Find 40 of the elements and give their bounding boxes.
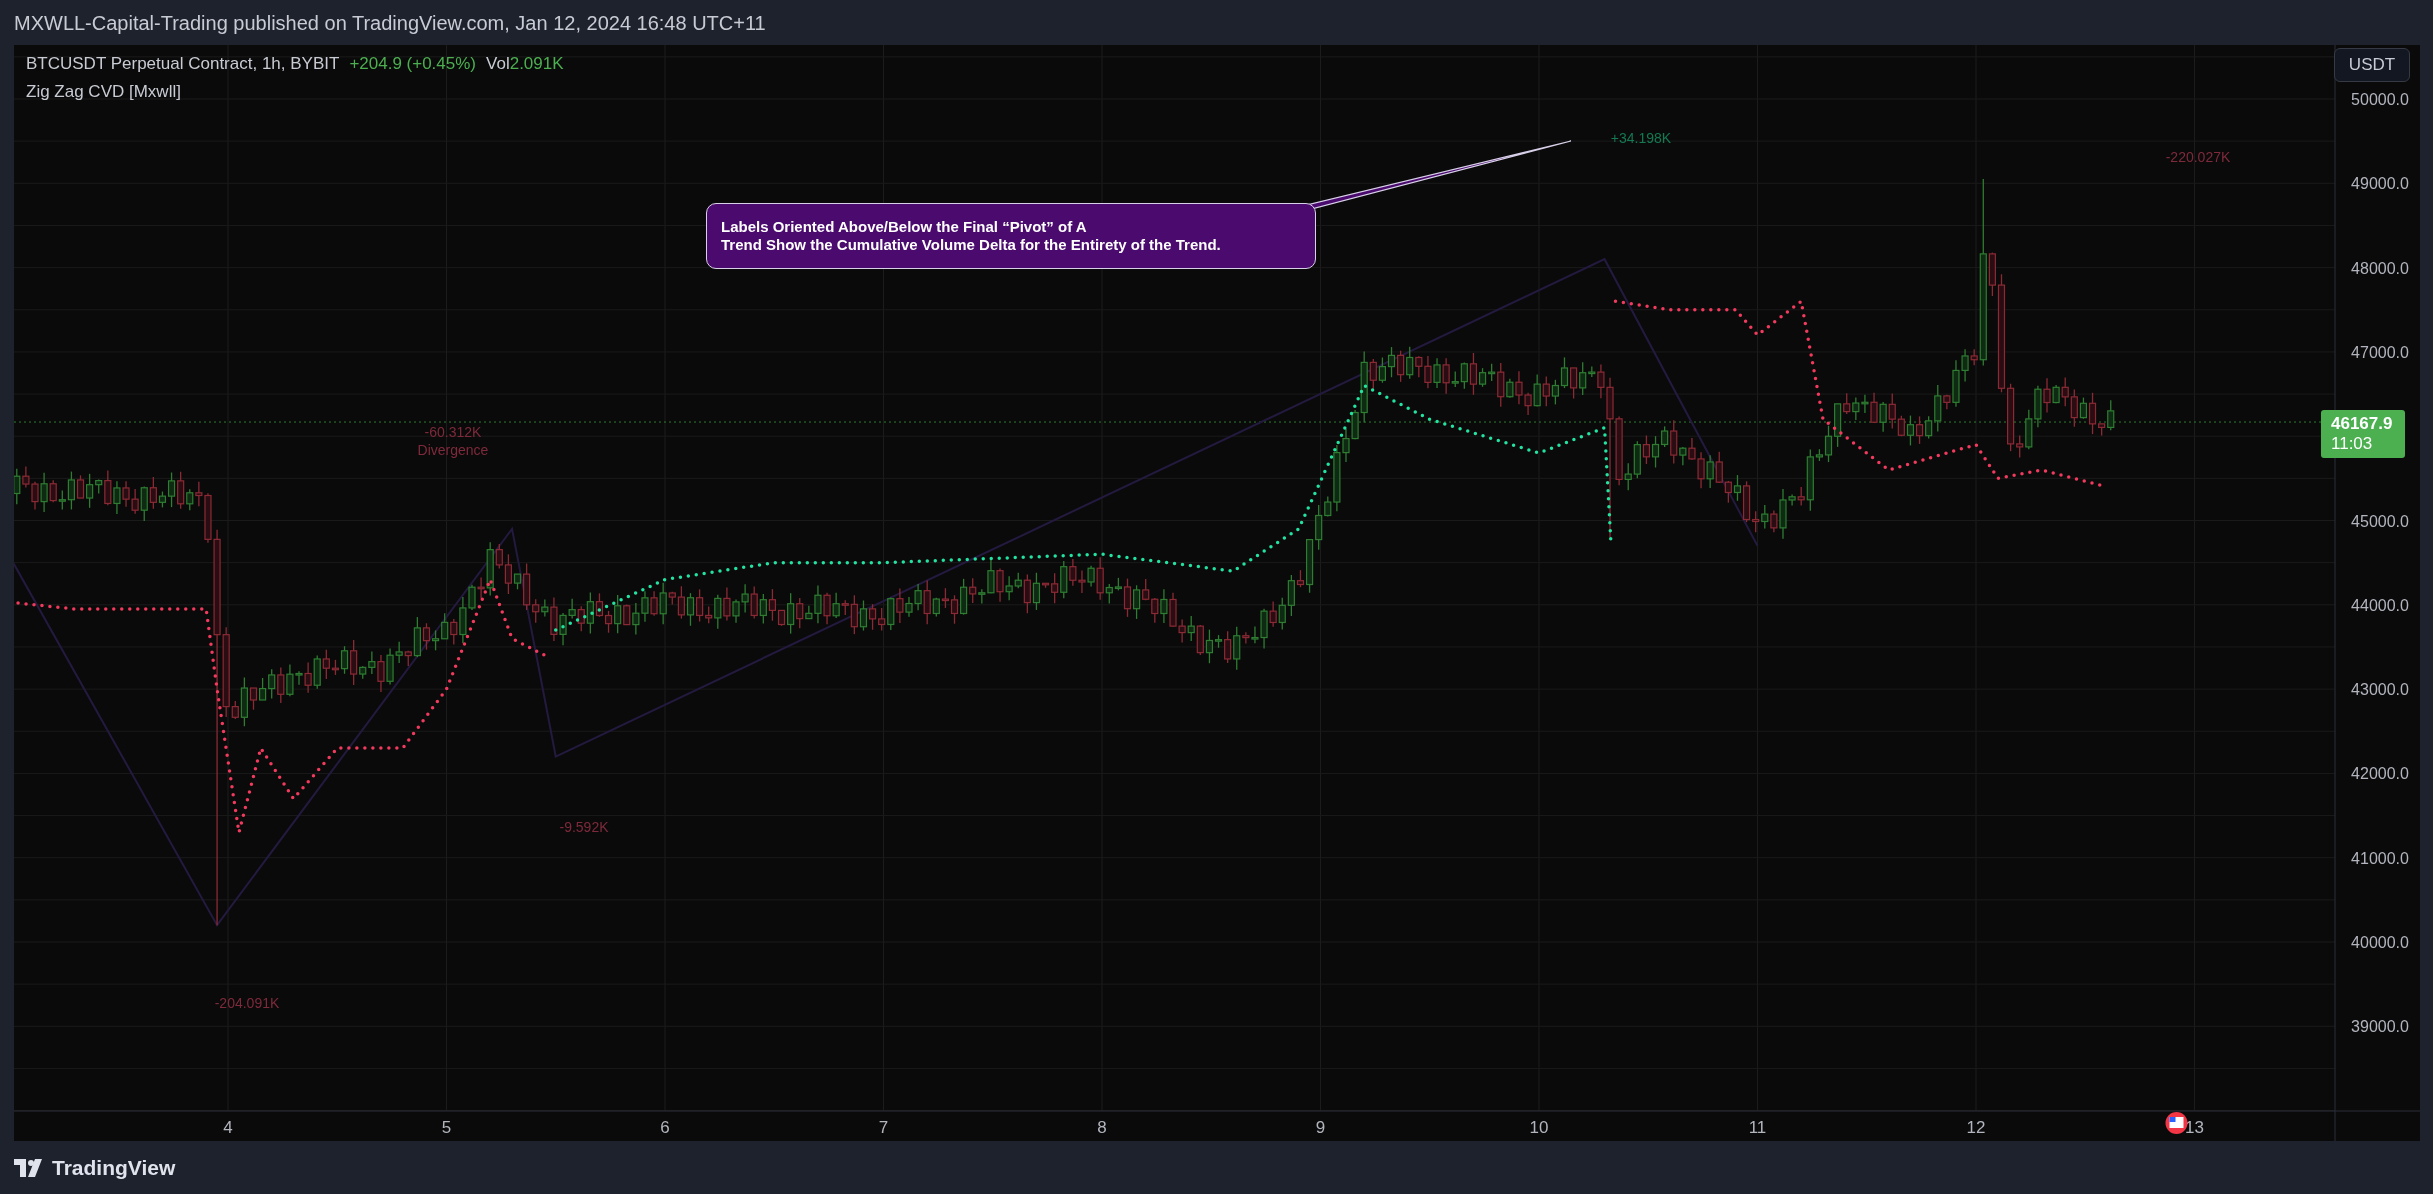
last-price-text: 46167.9 — [2331, 414, 2394, 434]
divergence-label: Divergence — [417, 442, 489, 458]
time-tick: 7 — [878, 1118, 889, 1137]
cvd-value-label: -60.312K — [424, 424, 482, 440]
callout-label: Labels Oriented Above/Below the Final “Pivot” of A Trend Show the Cumulative Volume Delta for the Entirety of the Trend. — [706, 203, 1316, 269]
cvd-value-label: -9.592K — [559, 819, 609, 835]
cvd-value-label: -204.091K — [214, 995, 280, 1011]
flag-icon — [2165, 1112, 2188, 1134]
time-tick: 13 — [2185, 1118, 2204, 1137]
price-tick: 49000.0 — [2351, 175, 2409, 193]
cvd-value-label: -220.027K — [2165, 149, 2231, 165]
logo-icon — [14, 1158, 44, 1177]
time-tick: 4 — [223, 1118, 233, 1137]
time-tick: 10 — [1529, 1118, 1549, 1137]
price-change: +204.9 (+0.45%) — [349, 53, 477, 75]
indicator-title: Zig Zag CVD [Mxwll] — [26, 80, 182, 103]
symbol-title: BTCUSDT Perpetual Contract, 1h, BYBIT — [26, 53, 340, 75]
price-tick: 48000.0 — [2351, 259, 2409, 277]
time-tick: 8 — [1097, 1118, 1107, 1137]
volume-label: Vol — [486, 53, 510, 75]
currency-button[interactable]: USDT — [2334, 48, 2410, 82]
publisher-line: MXWLL-Capital-Trading published on TradingView.com, Jan 12, 2024 16:48 UTC+11 — [14, 10, 766, 36]
price-tick: 45000.0 — [2351, 512, 2409, 530]
volume-value: 2.091K — [509, 53, 564, 75]
cvd-value-label: +34.198K — [1610, 130, 1672, 146]
time-tick: 5 — [441, 1118, 452, 1137]
price-tick: 50000.0 — [2351, 91, 2409, 108]
time-tick: 6 — [660, 1118, 670, 1137]
price-tick: 42000.0 — [2351, 765, 2409, 783]
time-tick: 12 — [1966, 1118, 1986, 1137]
price-tick: 41000.0 — [2351, 849, 2409, 867]
price-tick: 44000.0 — [2351, 596, 2409, 614]
time-tick: 9 — [1315, 1118, 1326, 1137]
brand-name: TradingView — [52, 1154, 176, 1181]
time-tick: 11 — [1748, 1118, 1767, 1137]
price-tick: 43000.0 — [2351, 681, 2409, 699]
countdown-text: 11:03 — [2331, 434, 2374, 454]
price-tick: 40000.0 — [2351, 934, 2409, 951]
price-tick: 39000.0 — [2351, 1018, 2409, 1036]
price-tick: 47000.0 — [2351, 343, 2409, 361]
